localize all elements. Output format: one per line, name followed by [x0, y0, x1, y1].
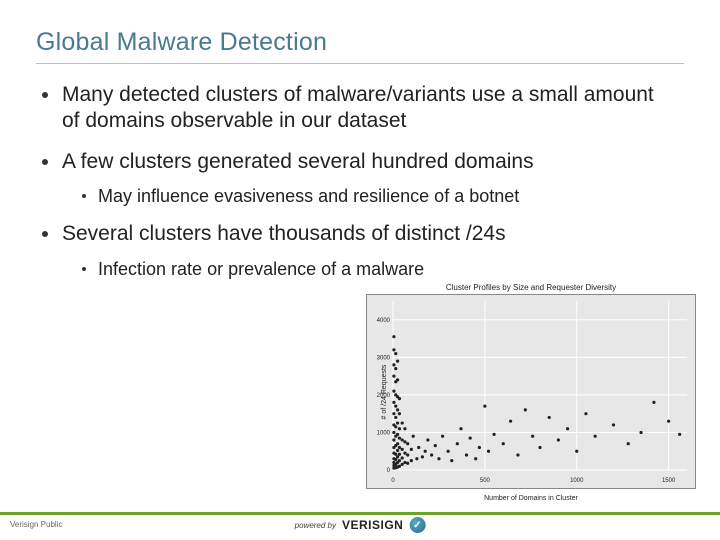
- title-divider: [36, 63, 684, 64]
- bullet-text: Many detected clusters of malware/varian…: [62, 82, 674, 135]
- bullet-dot: [42, 231, 48, 237]
- bullet-dot: [42, 159, 48, 165]
- bullet-text: A few clusters generated several hundred…: [62, 149, 534, 175]
- bullet-dot: [42, 92, 48, 98]
- footer-accent-line: [0, 512, 720, 515]
- svg-text:1000: 1000: [377, 430, 391, 436]
- checkmark-icon: ✓: [409, 517, 425, 533]
- bullet-dot: [82, 267, 86, 271]
- svg-text:3000: 3000: [377, 355, 391, 361]
- chart-container: Cluster Profiles by Size and Requester D…: [366, 283, 696, 498]
- chart-title: Cluster Profiles by Size and Requester D…: [366, 283, 696, 292]
- brand-text: VERISIGN: [342, 518, 403, 532]
- footer: Verisign Public powered by VERISIGN ✓: [0, 512, 720, 540]
- bullet-text: Infection rate or prevalence of a malwar…: [98, 258, 424, 281]
- bullet-level1: Many detected clusters of malware/varian…: [42, 82, 684, 135]
- bullet-level1: A few clusters generated several hundred…: [42, 149, 684, 175]
- chart-plot-area: # of /24 Requests Number of Domains in C…: [366, 294, 696, 489]
- chart-xlabel: Number of Domains in Cluster: [484, 495, 578, 502]
- svg-text:1500: 1500: [662, 478, 676, 484]
- bullet-level2: May influence evasiveness and resilience…: [82, 185, 684, 208]
- bullet-text: Several clusters have thousands of disti…: [62, 221, 506, 247]
- svg-text:2000: 2000: [377, 393, 391, 399]
- content-area: Many detected clusters of malware/varian…: [36, 82, 684, 280]
- bullet-dot: [82, 194, 86, 198]
- bullet-text: May influence evasiveness and resilience…: [98, 185, 519, 208]
- scatter-plot: 0 500 1000 1500 0 1000 2000 3000 4000: [367, 295, 695, 488]
- bullet-level1: Several clusters have thousands of disti…: [42, 221, 684, 247]
- bullet-level2: Infection rate or prevalence of a malwar…: [82, 258, 684, 281]
- powered-by-text: powered by: [295, 521, 336, 530]
- slide-title: Global Malware Detection: [36, 28, 684, 57]
- svg-text:4000: 4000: [377, 318, 391, 324]
- svg-text:0: 0: [387, 468, 391, 474]
- footer-classification: Verisign Public: [10, 520, 62, 529]
- footer-logo: powered by VERISIGN ✓: [295, 517, 426, 533]
- svg-text:500: 500: [480, 478, 491, 484]
- svg-text:1000: 1000: [570, 478, 584, 484]
- svg-text:0: 0: [391, 478, 395, 484]
